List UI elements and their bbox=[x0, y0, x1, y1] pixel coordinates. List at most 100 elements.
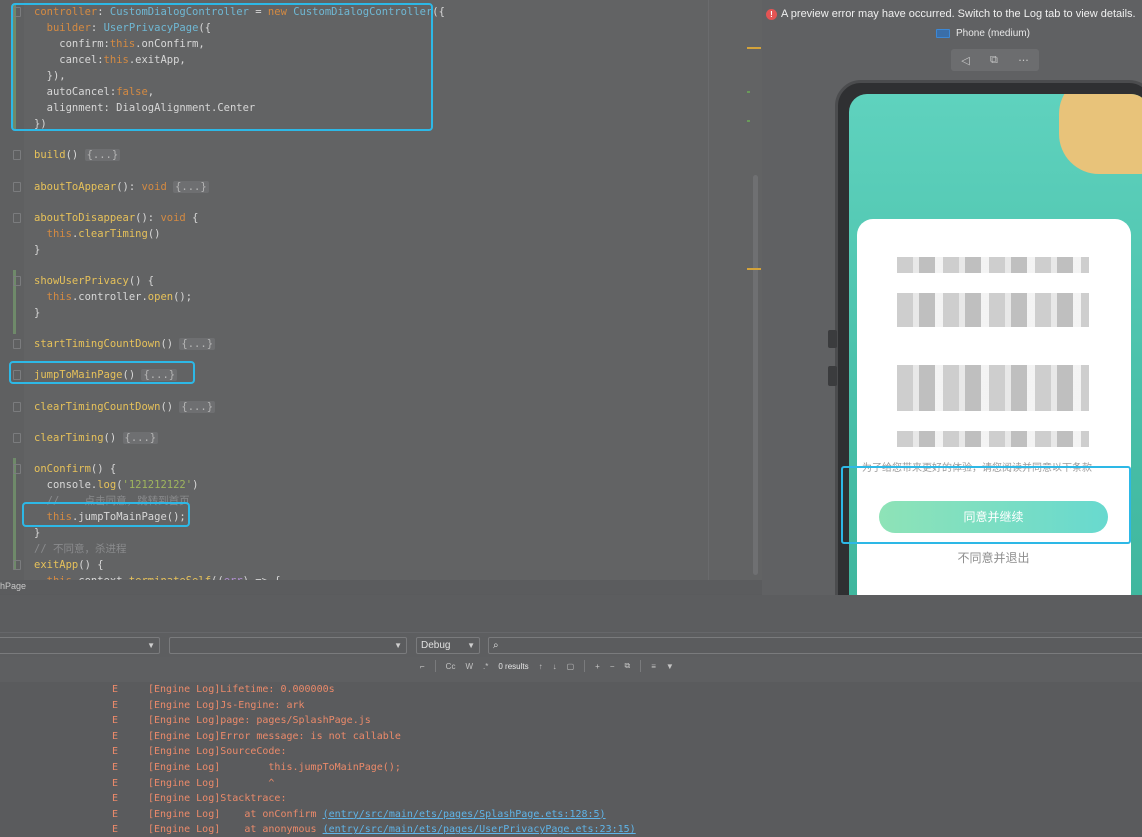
collapsed-block[interactable]: {...} bbox=[179, 401, 216, 413]
code-line[interactable]: onConfirm() { bbox=[34, 461, 116, 477]
log-level: E bbox=[112, 808, 119, 820]
log-message: [Engine Log] at onConfirm (entry/src/mai… bbox=[148, 808, 606, 820]
code-token: () { bbox=[78, 559, 104, 571]
log-level: E bbox=[112, 730, 119, 742]
breadcrumb: hPage bbox=[0, 580, 762, 594]
collapsed-block[interactable]: {...} bbox=[173, 181, 209, 193]
device-icon bbox=[936, 29, 950, 38]
source-link[interactable]: (entry/src/main/ets/pages/SplashPage.ets… bbox=[323, 809, 606, 820]
error-stripe-mark[interactable] bbox=[747, 47, 761, 49]
log-message: [Engine Log]Stacktrace: bbox=[148, 793, 287, 805]
log-panel: ▼ ▼ Debug ▼ ⌕ ⌐ Cc W .* 0 results ↑ ↓ ▢ +… bbox=[0, 595, 1142, 837]
log-search-input[interactable]: ⌕ bbox=[488, 637, 1142, 654]
breadcrumb-item[interactable]: hPage bbox=[0, 581, 26, 591]
log-output[interactable]: E [Engine Log]Lifetime: 0.000000s E [Engine… bbox=[0, 682, 1142, 837]
log-level: E bbox=[112, 746, 119, 758]
code-line[interactable]: aboutToAppear(): void {...} bbox=[34, 179, 209, 195]
log-level: E bbox=[112, 793, 119, 805]
fold-icon[interactable] bbox=[13, 182, 21, 192]
filter-window-icon[interactable]: ▢ bbox=[567, 662, 575, 671]
fold-icon[interactable] bbox=[13, 464, 21, 474]
code-token: .controller. bbox=[71, 291, 148, 303]
code-line[interactable]: } bbox=[34, 242, 40, 258]
highlight-jump-call bbox=[22, 502, 190, 527]
log-filter-row: ▼ ▼ Debug ▼ ⌕ bbox=[0, 633, 1142, 657]
whole-word-toggle[interactable]: W bbox=[465, 662, 473, 671]
code-line[interactable]: this.controller.open(); bbox=[34, 289, 192, 305]
log-message: [Engine Log]page: pages/SplashPage.js bbox=[148, 715, 371, 727]
code-token: } bbox=[34, 307, 41, 319]
device-selector[interactable]: Phone (medium) bbox=[936, 28, 1030, 39]
highlight-agree-area bbox=[841, 466, 1131, 544]
remove-selection-icon[interactable]: − bbox=[610, 662, 615, 671]
blurred-text bbox=[897, 257, 1089, 273]
sort-icon[interactable]: ≡ bbox=[651, 662, 656, 671]
code-line[interactable]: // 不同意，杀进程 bbox=[34, 541, 126, 557]
code-token: } bbox=[34, 244, 41, 256]
process-filter-dropdown[interactable]: ▼ bbox=[169, 637, 407, 654]
code-token: aboutToDisappear bbox=[34, 212, 136, 224]
code-line[interactable]: } bbox=[34, 305, 40, 321]
fold-icon[interactable] bbox=[13, 560, 21, 570]
change-stripe-mark[interactable] bbox=[747, 120, 750, 122]
disagree-button[interactable]: 不同意并退出 bbox=[879, 549, 1108, 567]
fold-icon[interactable] bbox=[13, 433, 21, 443]
rotate-icon[interactable]: ⧉ bbox=[990, 53, 998, 67]
device-label: Phone (medium) bbox=[956, 28, 1030, 39]
editor-right-margin bbox=[708, 0, 709, 580]
fold-icon[interactable] bbox=[13, 402, 21, 412]
log-message: [Engine Log] this.jumpToMainPage(); bbox=[148, 762, 401, 773]
code-token: exitApp bbox=[34, 559, 79, 571]
fold-icon[interactable] bbox=[13, 213, 21, 223]
code-line[interactable]: exitApp() { bbox=[34, 557, 104, 573]
device-filter-dropdown[interactable]: ▼ bbox=[0, 637, 160, 654]
code-token: startTimingCountDown bbox=[34, 338, 161, 350]
select-all-icon[interactable]: ⧉ bbox=[625, 661, 631, 671]
back-icon[interactable]: ◁ bbox=[961, 54, 969, 67]
regex-toggle[interactable]: .* bbox=[483, 662, 488, 671]
error-stripe-mark[interactable] bbox=[747, 268, 761, 270]
code-token: clearTimingCountDown bbox=[34, 401, 161, 413]
log-level: E bbox=[112, 824, 119, 836]
code-editor[interactable]: controller: CustomDialogController = new… bbox=[0, 0, 762, 580]
add-selection-icon[interactable]: + bbox=[595, 662, 600, 671]
code-line[interactable]: this.context.terminateSelf((err) => { bbox=[34, 573, 281, 580]
editor-scrollbar[interactable] bbox=[753, 175, 758, 575]
source-link[interactable]: (entry/src/main/ets/pages/UserPrivacyPag… bbox=[323, 824, 636, 835]
regex-clear-icon[interactable]: ⌐ bbox=[420, 662, 425, 671]
code-token: () { bbox=[128, 275, 155, 287]
next-match-icon[interactable]: ↓ bbox=[553, 662, 557, 671]
code-line[interactable]: console.log('121212122') bbox=[34, 477, 199, 493]
code-line[interactable]: aboutToDisappear(): void { bbox=[34, 210, 198, 226]
filter-icon[interactable]: ▼ bbox=[666, 662, 674, 671]
find-bar: ⌐ Cc W .* 0 results ↑ ↓ ▢ + − ⧉ ≡ ▼ bbox=[420, 660, 674, 672]
code-line[interactable]: this.clearTiming() bbox=[34, 226, 161, 242]
code-token: showUserPrivacy bbox=[34, 275, 129, 287]
more-icon[interactable]: ··· bbox=[1018, 54, 1029, 67]
code-line[interactable]: clearTiming() {...} bbox=[34, 430, 159, 446]
prev-match-icon[interactable]: ↑ bbox=[539, 662, 543, 671]
code-line[interactable]: showUserPrivacy() { bbox=[34, 273, 154, 289]
log-level-dropdown[interactable]: Debug ▼ bbox=[416, 637, 480, 654]
match-case-toggle[interactable]: Cc bbox=[446, 662, 456, 671]
log-level-value: Debug bbox=[421, 640, 451, 651]
log-level: E bbox=[112, 762, 119, 773]
change-stripe-mark[interactable] bbox=[747, 91, 750, 93]
collapsed-block[interactable]: {...} bbox=[122, 432, 159, 444]
code-token: aboutToAppear bbox=[34, 181, 117, 193]
collapsed-block[interactable]: {...} bbox=[84, 149, 121, 161]
code-token: void bbox=[160, 212, 193, 224]
code-line[interactable]: } bbox=[34, 525, 40, 541]
fold-icon[interactable] bbox=[13, 276, 21, 286]
log-message: [Engine Log]Js-Engine: ark bbox=[148, 699, 305, 711]
code-line[interactable]: build() {...} bbox=[34, 147, 121, 163]
fold-icon[interactable] bbox=[13, 339, 21, 349]
code-line[interactable]: clearTimingCountDown() {...} bbox=[34, 399, 216, 415]
code-token: log bbox=[97, 479, 117, 491]
chevron-down-icon: ▼ bbox=[394, 641, 402, 650]
collapsed-block[interactable]: {...} bbox=[179, 338, 216, 350]
fold-icon[interactable] bbox=[13, 150, 21, 160]
code-token: ) bbox=[192, 479, 199, 491]
code-line[interactable]: startTimingCountDown() {...} bbox=[34, 336, 216, 352]
log-level: E bbox=[112, 684, 119, 695]
